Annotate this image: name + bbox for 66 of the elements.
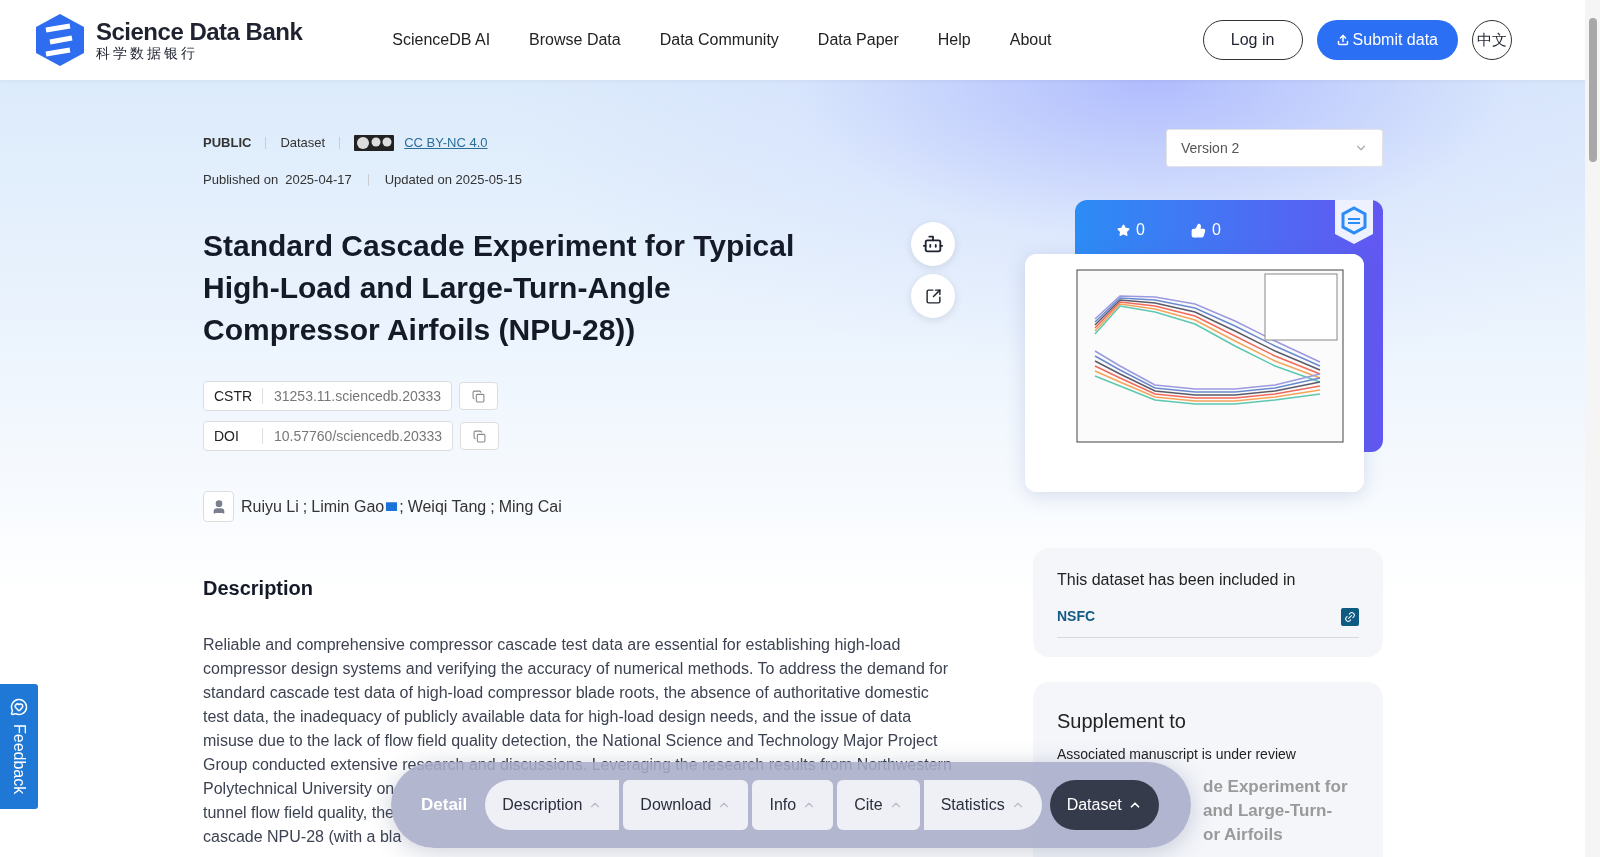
- scrollbar-thumb[interactable]: [1588, 18, 1597, 162]
- nav-link[interactable]: Data Community: [659, 28, 779, 52]
- published-date: 2025-04-17: [285, 171, 352, 190]
- copy-icon: [472, 389, 486, 403]
- thumbs-up-icon[interactable]: [1190, 222, 1206, 238]
- copy-button[interactable]: [460, 422, 500, 450]
- author-separator: ;: [302, 496, 308, 517]
- feedback-icon: [10, 698, 28, 716]
- license-badge-icon: [354, 135, 395, 151]
- badge-icon: [1335, 200, 1373, 244]
- submit-data-button[interactable]: Submit data: [1316, 20, 1458, 60]
- section-heading: Description: [203, 576, 315, 601]
- section-tab[interactable]: Statistics: [923, 780, 1042, 830]
- section-tab[interactable]: Cite: [837, 780, 920, 830]
- type-label: Dataset: [280, 134, 326, 153]
- published-label: Published on: [203, 171, 279, 190]
- license-link[interactable]: CC BY-NC 4.0: [404, 133, 488, 153]
- author-separator: ;: [399, 496, 404, 517]
- login-button[interactable]: Log in: [1202, 20, 1303, 60]
- access-label: PUBLIC: [203, 134, 252, 153]
- author-name[interactable]: Limin Gao: [311, 494, 385, 519]
- identifier-value: 10.57760/sciencedb.20333: [274, 426, 443, 446]
- section-tab[interactable]: Download: [623, 780, 749, 830]
- author-separator: ;: [490, 496, 495, 517]
- share-icon: [924, 287, 942, 305]
- section-tab[interactable]: Info: [752, 780, 834, 830]
- section-nav-label: Detail: [421, 794, 468, 817]
- description-text: Reliable and comprehensive compressor cascade test data are essential for establishing high-load compressor design systems and verifying the accuracy of numerical methods. To address the demand for standard cascade test data of high-load compressor blade roots, the absence of authoritative domestic test data, the inadequacy of publicly available data for high-load design needs, and the issue of data misuse due to the lack of flow field quality detection, the National Science and Technology Major Project Group conducted extensive research and discussions. Leveraging the research results from Northwestern: [203, 635, 953, 775]
- included-heading: This dataset has been included in: [1057, 570, 1297, 590]
- description-fragment: Polytechnical University on: [203, 779, 395, 799]
- copy-button[interactable]: [459, 382, 499, 410]
- dataset-title: Standard Cascade Experiment for Typical High-Load and Large-Turn-Angle Compressor Airfoils (NPU-28)): [203, 228, 796, 348]
- updated-date: Updated on 2025-05-15: [384, 171, 522, 190]
- identifier-label: DOI: [213, 426, 240, 446]
- nav-link[interactable]: About: [1009, 28, 1052, 52]
- identifier-value: 31253.11.sciencedb.20333: [274, 386, 442, 406]
- like-count: 0: [1211, 220, 1221, 240]
- nav-link[interactable]: Help: [937, 28, 971, 52]
- description-fragment: tunnel flow field quality, the: [203, 803, 394, 823]
- nav-link[interactable]: ScienceDB AI: [392, 28, 491, 52]
- upload-icon: [1336, 34, 1349, 46]
- ai-assistant-button[interactable]: [911, 222, 955, 266]
- star-icon[interactable]: [1117, 223, 1130, 237]
- favorite-count: 0: [1136, 220, 1145, 240]
- copy-icon: [473, 429, 487, 443]
- link-button[interactable]: [1341, 607, 1359, 626]
- logo-subtitle: 科学数据银行: [96, 45, 199, 61]
- feedback-tab[interactable]: Feedback: [0, 684, 38, 809]
- description-fragment: cascade NPU-28 (with a bla: [203, 827, 402, 847]
- nav-link[interactable]: Browse Data: [529, 28, 621, 52]
- section-tab[interactable]: Dataset: [1049, 780, 1159, 830]
- section-tab[interactable]: Description: [485, 780, 620, 830]
- version-select[interactable]: Version 2: [1166, 129, 1383, 167]
- author-name[interactable]: Weiqi Tang: [407, 494, 487, 519]
- language-button[interactable]: 中文: [1472, 20, 1512, 60]
- supplement-status: Associated manuscript is under review: [1057, 745, 1297, 764]
- collection-link[interactable]: NSFC: [1057, 606, 1096, 627]
- scrollbar[interactable]: [1585, 0, 1600, 857]
- author-name[interactable]: Ruiyu Li: [241, 494, 299, 519]
- author-name[interactable]: Ming Cai: [498, 494, 562, 519]
- nav-link[interactable]: Data Paper: [817, 28, 899, 52]
- supplement-heading: Supplement to: [1057, 709, 1187, 734]
- robot-icon: [922, 233, 944, 255]
- identifier-label: CSTR: [213, 386, 254, 406]
- share-button[interactable]: [911, 274, 955, 318]
- logo-name: Science Data Bank: [96, 19, 303, 45]
